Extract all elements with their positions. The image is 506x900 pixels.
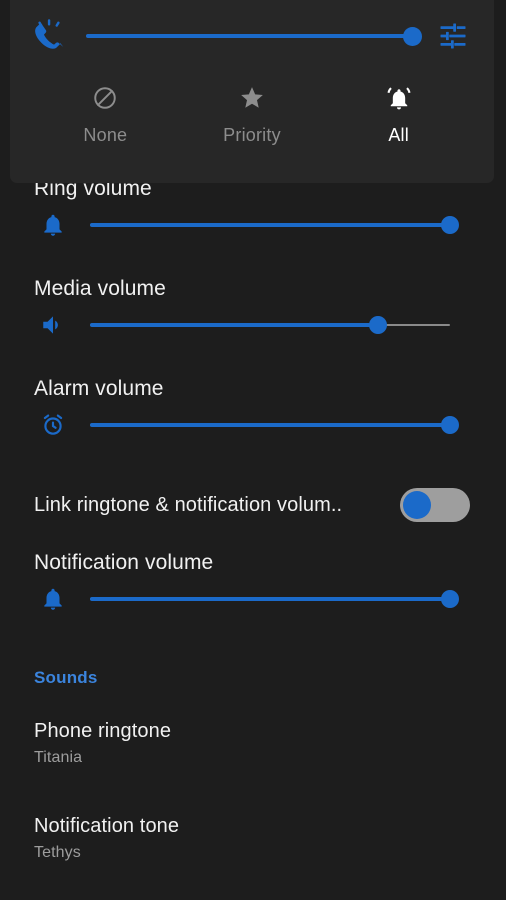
phone-ringtone-title: Phone ringtone — [34, 720, 172, 742]
ring-volume-block: Ring volume — [0, 176, 506, 248]
slider-fill — [90, 423, 450, 427]
alarm-volume-title: Alarm volume — [34, 377, 164, 400]
dnd-mode-all[interactable]: All — [339, 82, 459, 146]
alarm-clock-icon — [34, 406, 72, 444]
bell-icon — [34, 580, 72, 618]
notification-tone-value: Tethys — [34, 844, 81, 861]
ring-volume-icon — [24, 19, 74, 53]
link-ringtone-label: Link ringtone & notification volum.. — [34, 493, 343, 516]
ring-volume-row — [0, 202, 506, 248]
slider-thumb[interactable] — [441, 416, 459, 434]
list-item-phone-ringtone[interactable]: Phone ringtone Titania — [0, 718, 506, 769]
notification-volume-slider[interactable] — [90, 580, 459, 618]
slider-thumb[interactable] — [441, 590, 459, 608]
notification-volume-block: Notification volume — [0, 550, 506, 622]
ring-volume-slider[interactable] — [90, 206, 459, 244]
panel-ringer-row — [10, 0, 494, 72]
link-ringtone-toggle[interactable] — [400, 488, 470, 522]
dnd-mode-priority-label: Priority — [223, 125, 281, 145]
notification-volume-row — [0, 576, 506, 622]
speaker-volume-icon — [34, 306, 72, 344]
notification-volume-title: Notification volume — [34, 551, 214, 574]
ringing-bell-icon — [386, 82, 412, 114]
alarm-volume-row — [0, 402, 506, 448]
link-ringtone-notification-row[interactable]: Link ringtone & notification volum.. — [0, 474, 506, 536]
dnd-mode-selector: None Priority All — [10, 72, 494, 146]
slider-thumb[interactable] — [402, 26, 422, 46]
sound-settings-screen: Ring volume Media volume Alarm volume Li… — [0, 0, 506, 900]
slider-track — [86, 34, 412, 38]
bell-icon — [34, 206, 72, 244]
media-volume-slider[interactable] — [90, 306, 450, 344]
media-volume-block: Media volume — [0, 276, 506, 348]
block-circle-icon — [92, 82, 118, 114]
toggle-knob — [403, 491, 431, 519]
dnd-mode-all-label: All — [388, 125, 409, 145]
tune-settings-icon[interactable] — [426, 21, 480, 51]
alarm-volume-slider[interactable] — [90, 406, 459, 444]
slider-fill — [90, 323, 378, 327]
slider-thumb[interactable] — [369, 316, 387, 334]
star-icon — [239, 82, 265, 114]
dnd-mode-priority[interactable]: Priority — [192, 82, 312, 146]
dnd-mode-none-label: None — [83, 125, 128, 145]
media-volume-row — [0, 302, 506, 348]
list-item-notification-tone[interactable]: Notification tone Tethys — [0, 813, 506, 864]
slider-thumb[interactable] — [441, 216, 459, 234]
media-volume-title: Media volume — [34, 277, 166, 300]
notification-tone-title: Notification tone — [34, 815, 180, 837]
sounds-section-header: Sounds — [34, 668, 98, 687]
panel-ringer-slider[interactable] — [86, 16, 422, 56]
alarm-volume-block: Alarm volume — [0, 376, 506, 448]
slider-fill — [90, 597, 450, 601]
phone-ringtone-value: Titania — [34, 749, 83, 766]
dnd-mode-none[interactable]: None — [45, 82, 165, 146]
volume-overlay-panel: None Priority All — [10, 0, 494, 183]
slider-fill — [90, 223, 450, 227]
